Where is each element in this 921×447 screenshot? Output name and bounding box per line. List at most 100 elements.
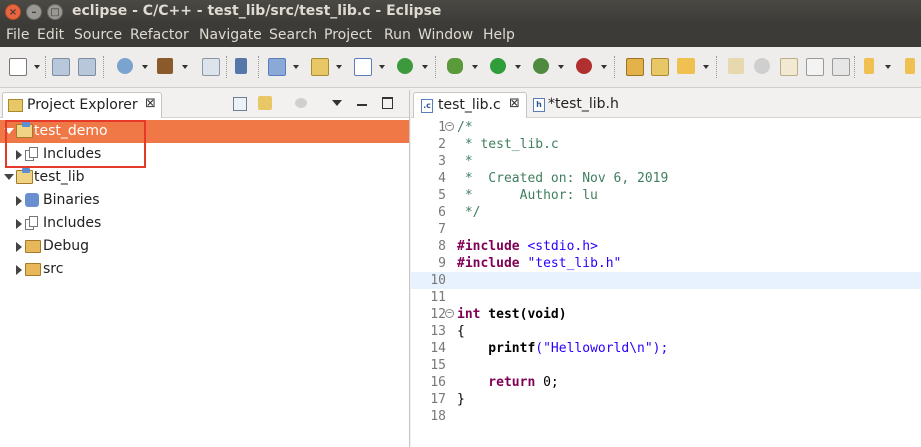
new-source-dropdown-icon[interactable] bbox=[379, 65, 385, 69]
new-class-dropdown-icon[interactable] bbox=[422, 65, 428, 69]
line-number: 1 bbox=[438, 120, 446, 135]
code-editor[interactable]: 1 − /* 2 * test_lib.c 3 * 4 * Created on… bbox=[411, 117, 921, 447]
code-line: 1 − /* bbox=[411, 119, 921, 136]
binary-icon[interactable] bbox=[202, 58, 220, 76]
menu-help[interactable]: Help bbox=[483, 27, 515, 43]
profile-icon[interactable] bbox=[576, 58, 592, 74]
paragraph-icon[interactable] bbox=[832, 58, 850, 76]
search-flashlight-icon[interactable] bbox=[677, 58, 695, 74]
tab-test-lib-c[interactable]: .c test_lib.c ⊠ bbox=[413, 92, 527, 118]
tree-item-label: Binaries bbox=[43, 192, 100, 208]
new-source-file-icon[interactable] bbox=[354, 58, 372, 76]
tree-item-binaries[interactable]: Binaries bbox=[0, 189, 409, 212]
tree-item-test-lib[interactable]: test_lib bbox=[0, 166, 409, 189]
debug-bug-icon[interactable] bbox=[447, 58, 463, 74]
code-text: */ bbox=[457, 205, 481, 220]
tree-item-src[interactable]: src bbox=[0, 258, 409, 281]
code-line: 9 #include "test_lib.h" bbox=[411, 255, 921, 272]
toolbar-separator bbox=[226, 56, 228, 78]
title-bar: × – □ eclipse - C/C++ - test_lib/src/tes… bbox=[0, 0, 921, 24]
expand-arrow-icon[interactable] bbox=[16, 196, 22, 206]
menu-file[interactable]: File bbox=[6, 27, 29, 43]
menu-search[interactable]: Search bbox=[269, 27, 317, 43]
configuration-dropdown-icon[interactable] bbox=[142, 65, 148, 69]
build-hammer-icon[interactable] bbox=[157, 58, 173, 74]
toolbar-separator bbox=[45, 56, 47, 78]
minimize-view-icon[interactable] bbox=[357, 104, 367, 106]
next-annotation-icon[interactable] bbox=[864, 58, 874, 74]
menu-refactor[interactable]: Refactor bbox=[130, 27, 189, 43]
run-icon[interactable] bbox=[490, 58, 506, 74]
debug-dropdown-icon[interactable] bbox=[472, 65, 478, 69]
previous-annotation-icon[interactable] bbox=[905, 58, 915, 74]
run-external-icon[interactable] bbox=[533, 58, 549, 74]
expand-arrow-icon[interactable] bbox=[16, 265, 22, 275]
minimize-window-button[interactable]: – bbox=[26, 4, 42, 20]
menu-source[interactable]: Source bbox=[74, 27, 122, 43]
code-text: * Author: lu bbox=[457, 188, 598, 203]
manage-configurations-icon[interactable] bbox=[117, 58, 133, 74]
line-number: 4 bbox=[438, 171, 446, 186]
project-explorer-icon bbox=[8, 99, 23, 112]
new-class-icon[interactable] bbox=[397, 58, 413, 74]
code-line: 6 */ bbox=[411, 204, 921, 221]
highlight-icon[interactable] bbox=[728, 58, 744, 74]
profile-dropdown-icon[interactable] bbox=[601, 65, 607, 69]
collapse-all-icon[interactable] bbox=[233, 97, 247, 111]
run-external-dropdown-icon[interactable] bbox=[558, 65, 564, 69]
menu-navigate[interactable]: Navigate bbox=[199, 27, 262, 43]
block-selection-icon[interactable] bbox=[780, 58, 798, 76]
tree-item-includes[interactable]: Includes bbox=[0, 212, 409, 235]
code-line: 14 printf("Helloworld\n"); bbox=[411, 340, 921, 357]
maximize-view-icon[interactable] bbox=[382, 97, 393, 109]
expand-arrow-icon[interactable] bbox=[16, 242, 22, 252]
show-whitespace-icon[interactable] bbox=[806, 58, 824, 76]
new-file-icon[interactable] bbox=[9, 58, 27, 76]
annotation-dropdown-icon[interactable] bbox=[885, 65, 891, 69]
line-number: 17 bbox=[430, 392, 446, 407]
expand-arrow-icon[interactable] bbox=[4, 174, 14, 180]
search-dropdown-icon[interactable] bbox=[703, 65, 709, 69]
close-icon[interactable]: ⊠ bbox=[509, 96, 520, 111]
close-window-button[interactable]: × bbox=[5, 4, 21, 20]
c-file-icon: .c bbox=[421, 99, 433, 113]
fold-toggle-icon[interactable]: − bbox=[445, 122, 454, 131]
new-project-dropdown-icon[interactable] bbox=[293, 65, 299, 69]
binaries-icon bbox=[25, 193, 39, 207]
toolbar-separator bbox=[716, 56, 718, 78]
menu-project[interactable]: Project bbox=[324, 27, 372, 43]
line-number: 18 bbox=[430, 409, 446, 424]
menu-edit[interactable]: Edit bbox=[37, 27, 64, 43]
tree-item-debug[interactable]: Debug bbox=[0, 235, 409, 258]
tab-test-lib-h[interactable]: h *test_lib.h bbox=[529, 92, 639, 117]
view-menu-icon[interactable] bbox=[332, 100, 342, 106]
link-with-editor-icon[interactable] bbox=[258, 96, 272, 110]
maximize-window-button[interactable]: □ bbox=[47, 4, 63, 20]
filters-icon[interactable] bbox=[295, 98, 307, 108]
project-explorer-tab[interactable]: Project Explorer ⊠ bbox=[2, 92, 162, 118]
code-line: 5 * Author: lu bbox=[411, 187, 921, 204]
tree-item-label: test_lib bbox=[34, 169, 85, 185]
save-icon[interactable] bbox=[52, 58, 70, 76]
line-number: 2 bbox=[438, 137, 446, 152]
run-dropdown-icon[interactable] bbox=[515, 65, 521, 69]
open-type-icon[interactable] bbox=[626, 58, 644, 76]
current-code-line: 10 bbox=[411, 272, 921, 289]
open-element-icon[interactable] bbox=[651, 58, 669, 76]
fold-toggle-icon[interactable]: − bbox=[445, 309, 454, 318]
expand-arrow-icon[interactable] bbox=[16, 219, 22, 229]
mark-occurrences-icon[interactable] bbox=[754, 58, 770, 74]
code-keyword: #include bbox=[457, 239, 520, 254]
line-number: 9 bbox=[438, 256, 446, 271]
close-icon[interactable]: ⊠ bbox=[145, 96, 156, 111]
new-dropdown-icon[interactable] bbox=[34, 65, 40, 69]
new-folder-icon[interactable] bbox=[311, 58, 329, 76]
debug-pin-icon[interactable] bbox=[235, 58, 247, 74]
build-dropdown-icon[interactable] bbox=[182, 65, 188, 69]
menu-run[interactable]: Run bbox=[384, 27, 411, 43]
new-folder-dropdown-icon[interactable] bbox=[336, 65, 342, 69]
menu-window[interactable]: Window bbox=[418, 27, 473, 43]
save-all-icon[interactable] bbox=[78, 58, 96, 76]
tree-item-label: src bbox=[43, 261, 64, 277]
new-cpp-project-icon[interactable] bbox=[268, 58, 286, 76]
